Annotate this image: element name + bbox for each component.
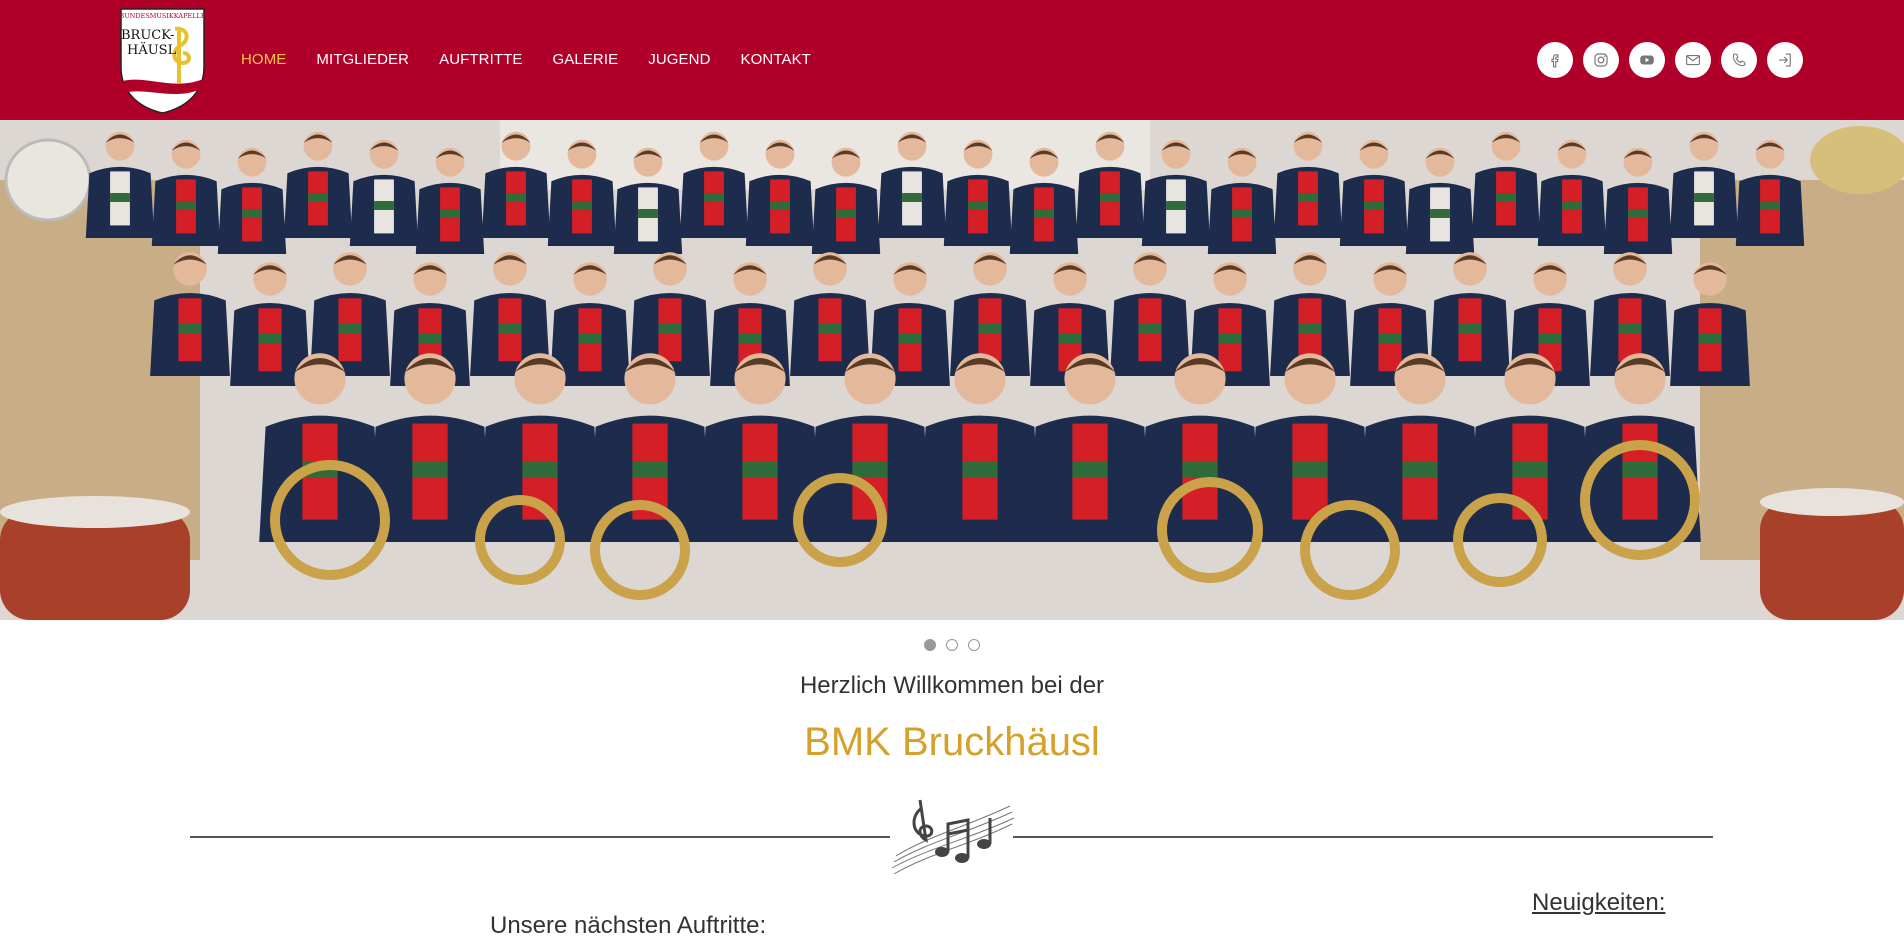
logo-line2: HÄUSL [127,41,177,58]
band-name-heading: BMK Bruckhäusl [804,720,1100,764]
facebook-icon[interactable] [1537,42,1573,78]
carousel-dot-1[interactable] [924,639,936,651]
carousel-dots [924,639,990,651]
instagram-icon[interactable] [1583,42,1619,78]
logo-top-text: BUNDESMUSIKKAPELLE [119,12,205,20]
logo-line1: BRUCK- [121,28,174,43]
news-heading[interactable]: Neuigkeiten: [1532,889,1665,917]
divider-line-left [190,836,890,838]
phone-icon[interactable] [1721,42,1757,78]
main-nav: HOME MITGLIEDER AUFTRITTE GALERIE JUGEND… [241,50,841,70]
divider-line-right [1013,836,1713,838]
youtube-icon[interactable] [1629,42,1665,78]
music-notes-icon [888,796,1016,880]
nav-mitglieder[interactable]: MITGLIEDER [316,50,409,70]
site-header: BUNDESMUSIKKAPELLE BRUCK- HÄUSL HOME MIT… [0,0,1904,120]
nav-home[interactable]: HOME [241,50,286,70]
crest-logo-icon[interactable]: BUNDESMUSIKKAPELLE BRUCK- HÄUSL [115,5,210,115]
social-links [1537,42,1813,78]
carousel-dot-2[interactable] [946,639,958,651]
nav-galerie[interactable]: GALERIE [553,50,619,70]
nav-auftritte[interactable]: AUFTRITTE [439,50,522,70]
next-events-heading: Unsere nächsten Auftritte: [490,912,767,937]
mail-icon[interactable] [1675,42,1711,78]
login-icon[interactable] [1767,42,1803,78]
carousel-dot-3[interactable] [968,639,980,651]
hero-group-photo [0,120,1904,620]
nav-kontakt[interactable]: KONTAKT [741,50,811,70]
nav-jugend[interactable]: JUGEND [648,50,710,70]
welcome-text: Herzlich Willkommen bei der [799,672,1105,699]
